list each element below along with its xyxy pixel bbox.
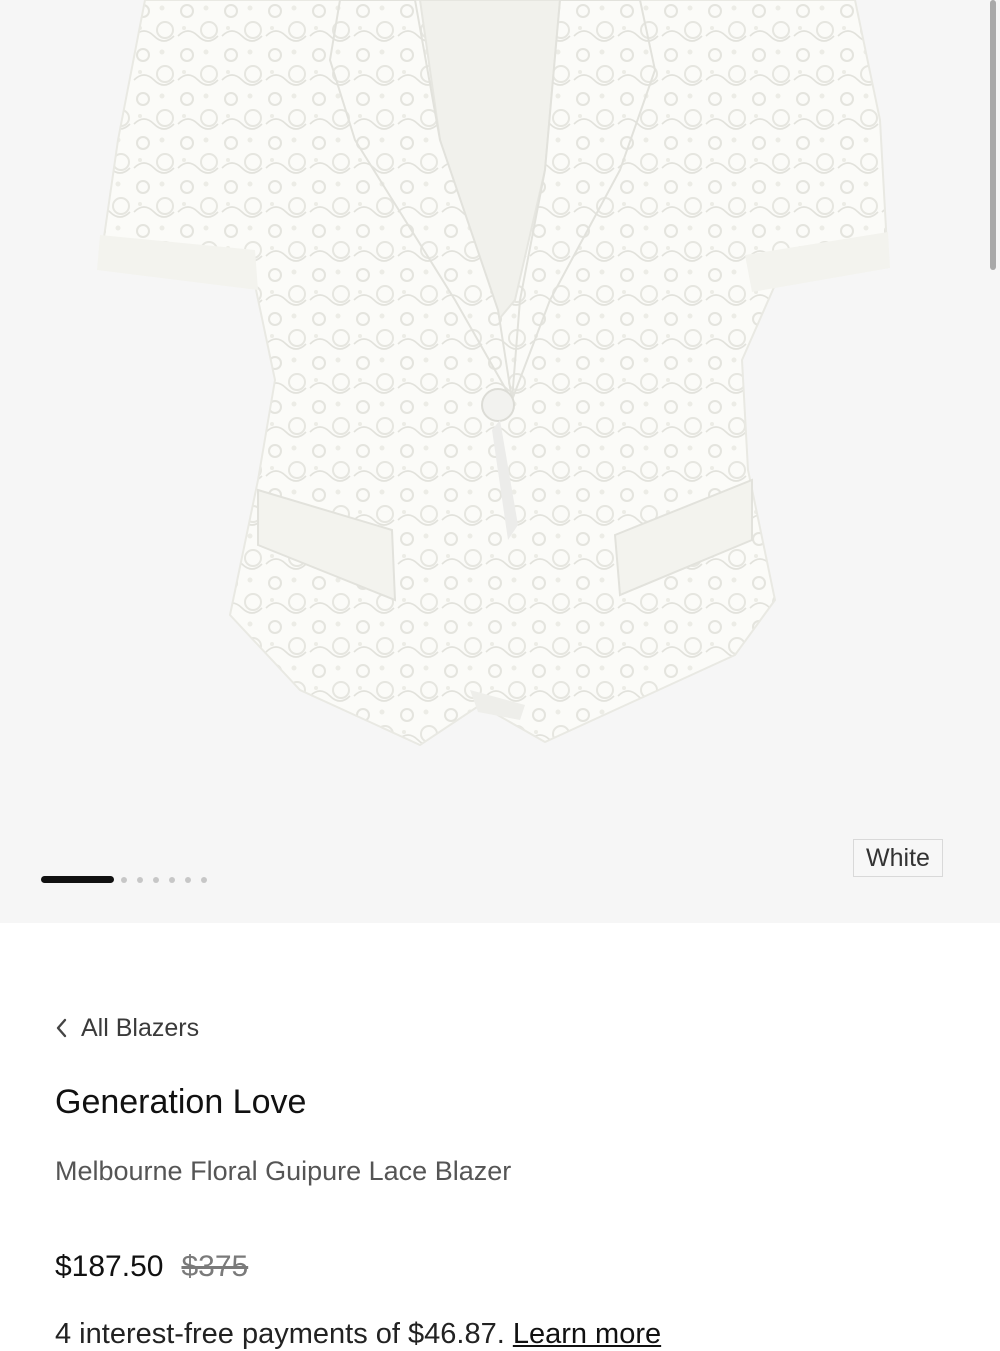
chevron-left-icon [55,1017,69,1039]
breadcrumb-label: All Blazers [81,1013,200,1042]
installments-text: 4 interest-free payments of $46.87. [55,1318,505,1350]
price-row: $187.50 $375 [55,1250,248,1284]
learn-more-link[interactable]: Learn more [513,1318,661,1350]
product-gallery[interactable]: White [0,0,1000,923]
carousel-dot[interactable] [185,877,191,883]
carousel-dot[interactable] [201,877,207,883]
color-label: White [853,839,943,877]
product-title: Melbourne Floral Guipure Lace Blazer [55,1156,512,1186]
original-price: $375 [181,1250,249,1283]
carousel-dot[interactable] [153,877,159,883]
sale-price: $187.50 [55,1250,164,1283]
carousel-dot-active[interactable] [41,876,114,883]
carousel-dot[interactable] [121,877,127,883]
carousel-dot[interactable] [169,877,175,883]
carousel-dot[interactable] [137,877,143,883]
breadcrumb-back-link[interactable]: All Blazers [55,1012,199,1044]
installments-info: 4 interest-free payments of $46.87. Lear… [55,1318,661,1351]
brand-name[interactable]: Generation Love [55,1083,306,1122]
scrollbar[interactable] [990,0,996,270]
product-image[interactable] [0,0,1000,923]
